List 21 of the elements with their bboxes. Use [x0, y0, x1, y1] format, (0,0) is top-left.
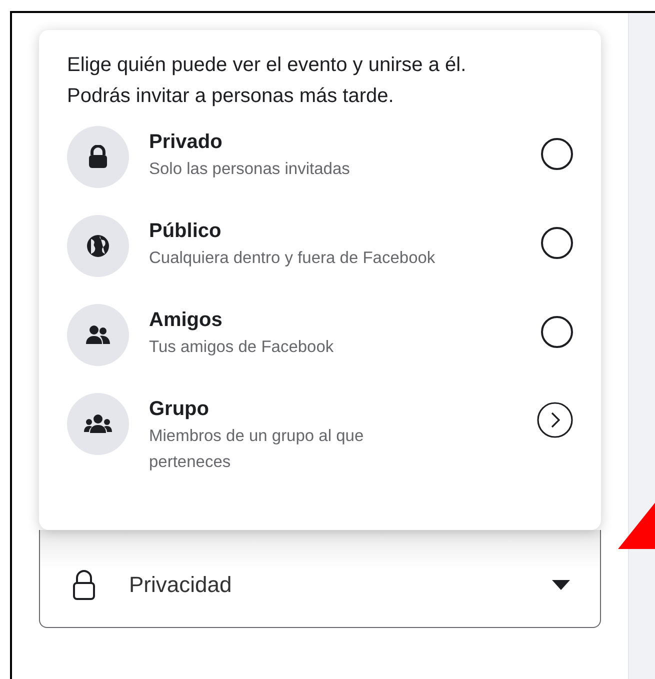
lock-icon	[72, 570, 96, 600]
option-subtitle: Tus amigos de Facebook	[149, 337, 335, 358]
privacy-option[interactable]: Privado Solo las personas invitadas	[67, 126, 573, 215]
privacy-dropdown[interactable]: Privacidad	[39, 530, 601, 628]
privacy-option[interactable]: Grupo Miembros de un grupo al que perteneces	[67, 393, 573, 482]
option-title: Privado	[149, 130, 224, 155]
option-title: Amigos	[149, 308, 224, 333]
radio-button[interactable]	[541, 138, 573, 170]
option-title: Grupo	[149, 397, 210, 422]
option-subtitle: Solo las personas invitadas	[149, 159, 351, 180]
privacy-option[interactable]: Amigos Tus amigos de Facebook	[67, 304, 573, 393]
radio-button[interactable]	[541, 227, 573, 259]
privacy-option[interactable]: Público Cualquiera dentro y fuera de Facebook	[67, 215, 573, 304]
field-label: Privacidad	[129, 572, 232, 598]
chevron-right-icon[interactable]	[537, 402, 573, 438]
menu-description: Elige quién puede ver el evento y unirse a él. Podrás invitar a personas más tarde.	[67, 53, 468, 109]
option-title: Público	[149, 219, 222, 244]
caret-down-icon	[552, 580, 570, 590]
option-subtitle: Miembros de un grupo al que perteneces	[149, 426, 365, 473]
option-subtitle: Cualquiera dentro y fuera de Facebook	[149, 248, 436, 269]
radio-button[interactable]	[541, 316, 573, 348]
